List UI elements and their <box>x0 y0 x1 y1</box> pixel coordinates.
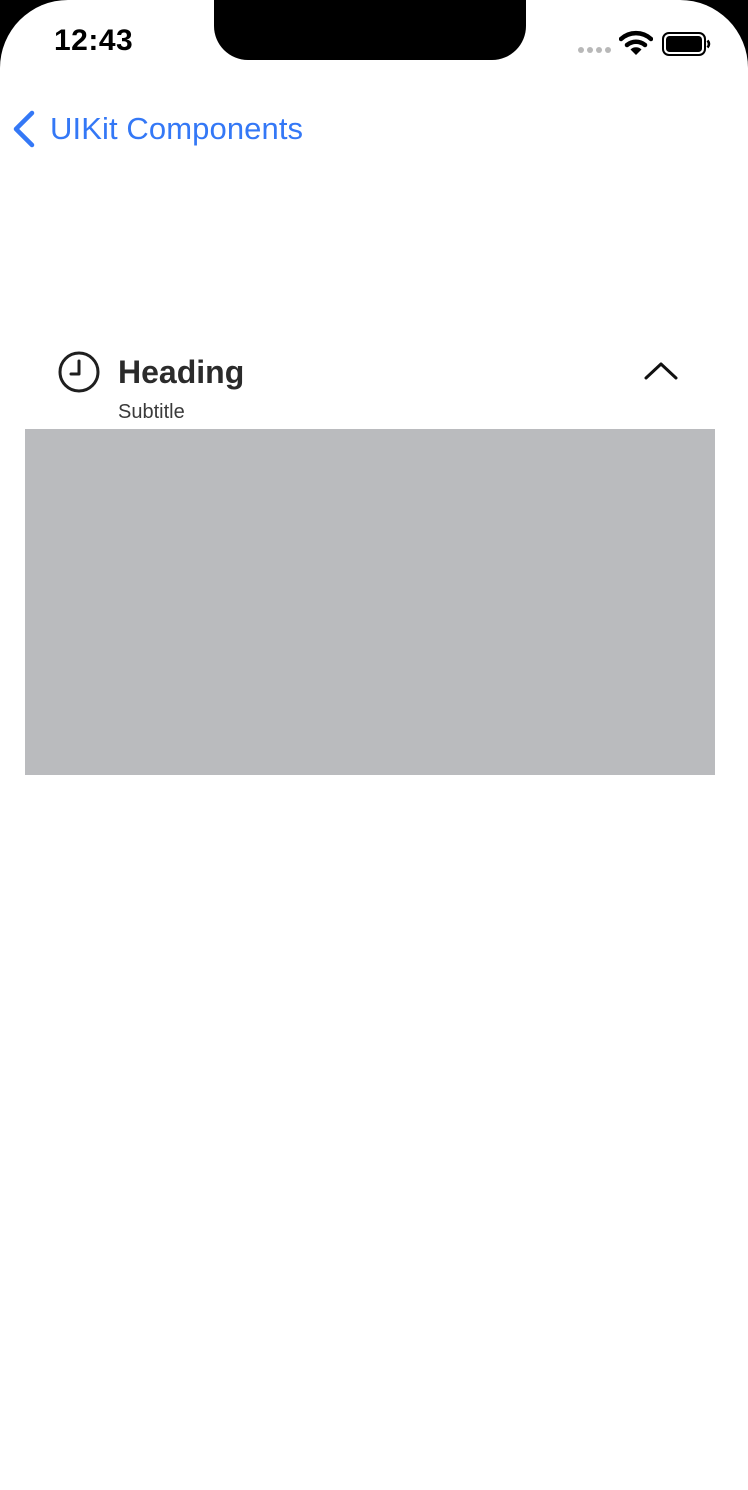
status-time: 12:43 <box>54 24 134 57</box>
accordion: Heading Subtitle <box>25 340 715 775</box>
chevron-up-icon[interactable] <box>643 360 679 382</box>
accordion-content-placeholder <box>25 429 715 775</box>
wifi-icon <box>619 30 653 55</box>
battery-icon <box>662 32 711 56</box>
clock-icon <box>58 351 100 393</box>
device-notch <box>214 0 526 60</box>
cellular-signal-icon <box>578 47 611 53</box>
app-screen: 12:43 UIKit Components Heading Subtitle <box>0 0 748 1490</box>
chevron-left-icon <box>13 110 35 148</box>
accordion-header[interactable]: Heading Subtitle <box>25 340 715 429</box>
back-button[interactable]: UIKit Components <box>10 106 303 152</box>
accordion-subtitle: Subtitle <box>118 401 185 423</box>
accordion-heading: Heading <box>118 354 245 390</box>
back-button-label: UIKit Components <box>50 111 304 146</box>
status-bar: 12:43 <box>0 0 748 88</box>
